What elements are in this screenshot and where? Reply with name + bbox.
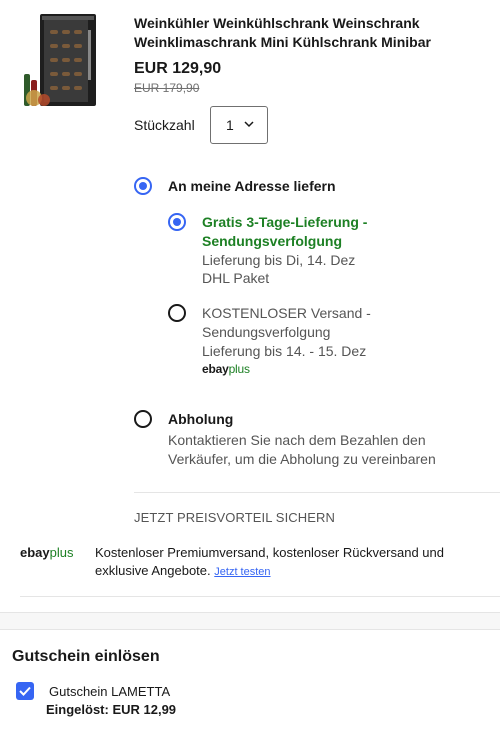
chevron-down-icon bbox=[244, 121, 254, 128]
quantity-value: 1 bbox=[226, 117, 234, 133]
shipping-3day-title-2: Sendungsverfolgung bbox=[202, 233, 342, 249]
shipping-3day-title: Gratis 3-Tage-Lieferung - bbox=[202, 214, 368, 230]
shipping-3day-delivery: Lieferung bis Di, 14. Dez bbox=[202, 252, 356, 268]
promo-heading: JETZT PREISVORTEIL SICHERN bbox=[134, 510, 336, 525]
product-price: EUR 129,90 bbox=[134, 60, 222, 77]
quantity-label: Stückzahl bbox=[134, 117, 195, 133]
section-separator bbox=[0, 612, 500, 630]
ebay-plus-badge-ebay: ebay bbox=[202, 362, 229, 376]
radio-home-delivery[interactable] bbox=[134, 177, 152, 195]
coupon-label: Gutschein LAMETTA bbox=[49, 684, 171, 699]
coupon-applied-amount: Eingelöst: EUR 12,99 bbox=[46, 702, 177, 717]
divider bbox=[20, 596, 500, 597]
radio-pickup[interactable] bbox=[134, 410, 152, 428]
try-now-link[interactable]: Jetzt testen bbox=[214, 566, 270, 578]
ebay-plus-badge-plus: plus bbox=[228, 362, 250, 376]
radio-shipping-free[interactable] bbox=[168, 304, 186, 322]
shipping-free-title: KOSTENLOSER Versand - bbox=[202, 305, 371, 321]
ebay-plus-logo-plus: plus bbox=[49, 545, 74, 560]
coupon-checkbox[interactable] bbox=[16, 682, 34, 700]
wine-fridge-image bbox=[24, 14, 96, 106]
product-image[interactable] bbox=[22, 10, 110, 110]
shipping-free-delivery: Lieferung bis 14. - 15. Dez bbox=[202, 343, 367, 359]
home-delivery-label: An meine Adresse liefern bbox=[168, 178, 336, 194]
product-old-price: EUR 179,90 bbox=[134, 81, 200, 95]
promo-text: Kostenloser Premiumversand, kostenloser … bbox=[95, 544, 490, 581]
coupon-heading: Gutschein einlösen bbox=[12, 648, 160, 665]
quantity-select[interactable]: 1 bbox=[210, 106, 268, 144]
ebay-plus-logo: ebayplus bbox=[20, 545, 74, 560]
divider bbox=[134, 492, 500, 493]
ebay-plus-logo-ebay: ebay bbox=[20, 545, 50, 560]
product-title: Weinkühler Weinkühlschrank Weinschrank W… bbox=[134, 15, 431, 50]
radio-shipping-3day[interactable] bbox=[168, 213, 186, 231]
pickup-label: Abholung bbox=[168, 411, 234, 427]
checkmark-icon bbox=[19, 686, 31, 696]
shipping-3day-carrier: DHL Paket bbox=[202, 270, 270, 286]
pickup-desc-2: Verkäufer, um die Abholung zu vereinbare… bbox=[168, 451, 436, 467]
pickup-desc-1: Kontaktieren Sie nach dem Bezahlen den bbox=[168, 432, 426, 448]
shipping-free-title-2: Sendungsverfolgung bbox=[202, 324, 331, 340]
ebay-plus-badge: ebayplus bbox=[202, 362, 250, 376]
